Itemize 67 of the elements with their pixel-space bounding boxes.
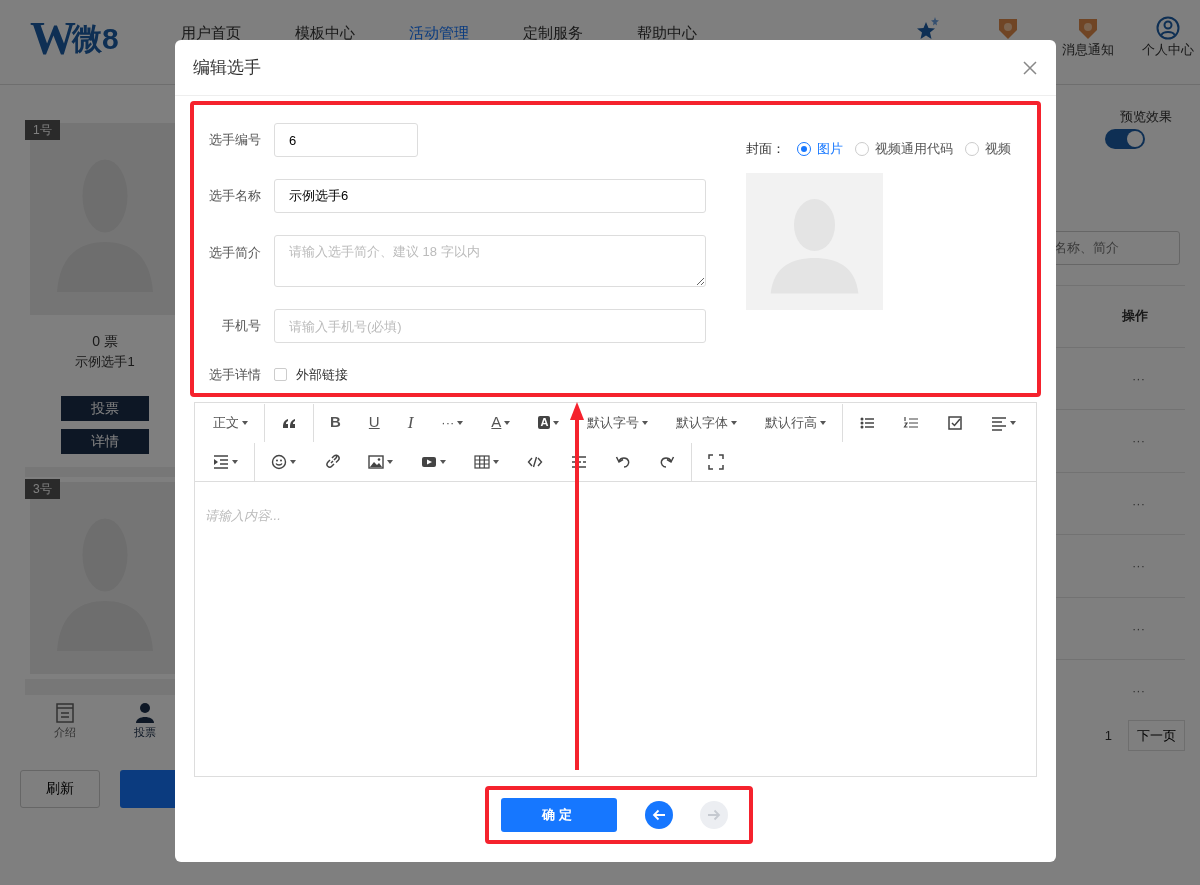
link-icon [324, 453, 340, 470]
rich-text-editor[interactable]: 正文 B U I ··· A A 默认字号 默认字体 默认行高 请输入内容... [194, 402, 1037, 777]
radio-option[interactable]: 图片 [797, 139, 843, 159]
number-tag: 1号 [25, 120, 60, 140]
profile-label[interactable]: 个人中心 [1142, 40, 1194, 60]
text-area[interactable]: 请输入选手简介、建议 18 字以内 [274, 235, 706, 287]
field-label: 封面： [746, 140, 785, 158]
left-arrow-icon [651, 807, 667, 823]
toolbar-button[interactable]: 正文 [203, 408, 258, 437]
field-label: 选手名称 [208, 187, 261, 206]
toolbar-button[interactable]: A [481, 408, 521, 437]
toolbar-button[interactable]: 默认行高 [755, 408, 837, 437]
toolbar-button[interactable]: I [397, 408, 424, 437]
toolbar-button[interactable]: 默认字体 [666, 408, 748, 437]
toolbar-button[interactable]: B [320, 408, 351, 437]
right-arrow-icon [706, 807, 722, 823]
radio-label[interactable]: 图片 [817, 139, 843, 159]
close-icon [1022, 59, 1038, 76]
tab-button[interactable]: 投票 [105, 701, 185, 742]
fullscreen-icon [708, 453, 724, 470]
close-button[interactable] [1022, 59, 1038, 76]
person-icon [135, 702, 155, 724]
input-field[interactable]: 示例选手6 [274, 179, 706, 213]
toolbar-button[interactable]: ··· [431, 408, 474, 437]
confirm-button[interactable]: 确定 [501, 798, 617, 832]
avatar-icon [746, 172, 883, 310]
vote-count: 0 票 [91, 332, 119, 351]
details-button[interactable]: 详情 [61, 428, 149, 454]
contestant-name: 示例选手1 [74, 353, 136, 371]
number-tag: 3号 [25, 478, 60, 499]
align-icon [991, 414, 1008, 431]
input-field[interactable]: 请输入手机号(必填) [274, 309, 706, 343]
preview-label: 预览效果 [1119, 108, 1172, 126]
previous-button[interactable] [645, 801, 673, 829]
next-page-button[interactable]: 下一页 [1128, 719, 1185, 751]
toolbar-button[interactable]: A [528, 408, 570, 437]
field-label: 手机号 [221, 317, 261, 336]
preview-toggle[interactable] [1105, 128, 1145, 149]
smiley-icon [271, 453, 287, 470]
tab-button[interactable]: 介绍 [25, 701, 105, 742]
divider-icon [571, 453, 587, 470]
radio-label[interactable]: 视频 [985, 139, 1011, 159]
checkbox[interactable] [274, 368, 287, 382]
checkbox-label[interactable]: 外部链接 [296, 365, 348, 385]
table-icon [474, 453, 490, 470]
numbered-list-icon [903, 414, 920, 431]
logo-text: 微8 [72, 24, 119, 54]
field-label: 选手详情 [208, 366, 261, 384]
dialog-title: 编辑选手 [193, 56, 261, 79]
refresh-button[interactable]: 刷新 [20, 769, 101, 808]
input-field[interactable]: 6 [274, 123, 418, 157]
checkbox-icon [947, 414, 964, 431]
field-label: 选手编号 [208, 131, 261, 150]
document-icon [55, 702, 75, 724]
vote-button[interactable]: 投票 [61, 395, 149, 421]
user-icon[interactable] [1156, 16, 1180, 40]
page-number[interactable]: 1 [1104, 725, 1112, 745]
field-label: 选手简介 [208, 244, 261, 262]
toolbar-button[interactable]: U [358, 408, 390, 437]
logo-mark: W [30, 16, 72, 62]
editor-placeholder: 请输入内容... [204, 507, 282, 525]
notifications-label[interactable]: 消息通知 [1062, 40, 1114, 60]
radio-option[interactable]: 视频 [965, 139, 1011, 159]
radio-label[interactable]: 视频通用代码 [875, 139, 953, 159]
indent-icon [213, 453, 229, 470]
image-icon [368, 453, 384, 470]
radio-option[interactable]: 视频通用代码 [855, 139, 953, 159]
